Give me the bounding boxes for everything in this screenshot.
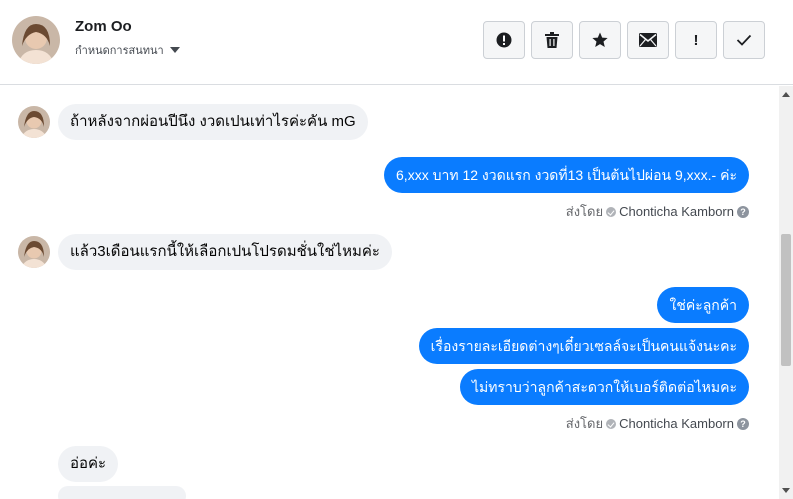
contact-avatar-small[interactable] bbox=[18, 236, 50, 268]
caret-down-icon bbox=[169, 47, 180, 53]
incoming-message: แล้ว3เดือนแรกนี้ให้เลือกเปนโปรดมชั่นใช่ไ… bbox=[18, 234, 392, 270]
outgoing-message-bubble[interactable]: ไม่ทราบว่าลูกค้าสะดวกให้เบอร์ติดต่อไหมคะ bbox=[460, 369, 749, 405]
contact-name: Zom Oo bbox=[75, 18, 132, 35]
conversation-options[interactable]: กำหนดการสนทนา bbox=[75, 41, 180, 59]
verified-check-icon bbox=[606, 206, 617, 217]
follow-up-button[interactable]: ! bbox=[675, 21, 717, 59]
conversation-options-label: กำหนดการสนทนา bbox=[75, 45, 164, 57]
sent-by-info: ส่งโดย Chonticha Kamborn ? bbox=[566, 413, 749, 434]
contact-avatar-small[interactable] bbox=[18, 106, 50, 138]
exclamation-icon: ! bbox=[693, 31, 699, 49]
sender-name: Chonticha Kamborn bbox=[619, 416, 734, 431]
message-thread[interactable]: ถ้าหลังจากผ่อนปีนึง งวดเปนเท่าไรค่ะคัน m… bbox=[0, 86, 779, 499]
scrollbar[interactable] bbox=[779, 86, 793, 499]
contact-avatar[interactable] bbox=[12, 16, 60, 64]
sent-by-label: ส่งโดย bbox=[565, 204, 604, 219]
delete-button[interactable] bbox=[531, 21, 573, 59]
scroll-up-arrow-icon[interactable] bbox=[782, 92, 790, 97]
check-icon bbox=[736, 34, 752, 46]
sent-by-label: ส่งโดย bbox=[565, 416, 604, 431]
message-bubble-partial[interactable] bbox=[58, 486, 186, 499]
scroll-down-arrow-icon[interactable] bbox=[782, 488, 790, 493]
verified-check-icon bbox=[606, 418, 617, 429]
outgoing-message-bubble[interactable]: 6,xxx บาท 12 งวดแรก งวดที่13 เป็นต้นไปผ่… bbox=[384, 157, 749, 193]
alert-icon bbox=[496, 32, 512, 48]
message-bubble[interactable]: อ่อค่ะ bbox=[58, 446, 119, 482]
action-toolbar: ! bbox=[483, 21, 765, 59]
mark-spam-button[interactable] bbox=[483, 21, 525, 59]
outgoing-message-bubble[interactable]: เรื่องรายละเอียดต่างๆเดี๋ยวเซลล์จะเป็นคน… bbox=[418, 328, 749, 364]
scrollbar-thumb[interactable] bbox=[781, 234, 791, 366]
help-icon[interactable]: ? bbox=[737, 205, 749, 218]
conversation-header: Zom Oo กำหนดการสนทนา ! bbox=[0, 0, 793, 85]
mark-done-button[interactable] bbox=[723, 21, 765, 59]
message-bubble[interactable]: แล้ว3เดือนแรกนี้ให้เลือกเปนโปรดมชั่นใช่ไ… bbox=[58, 234, 392, 270]
incoming-message: ถ้าหลังจากผ่อนปีนึง งวดเปนเท่าไรค่ะคัน m… bbox=[18, 104, 368, 140]
mark-unread-button[interactable] bbox=[627, 21, 669, 59]
star-button[interactable] bbox=[579, 21, 621, 59]
mail-icon bbox=[639, 33, 657, 47]
star-icon bbox=[592, 32, 608, 47]
help-icon[interactable]: ? bbox=[737, 417, 749, 430]
sent-by-info: ส่งโดย Chonticha Kamborn ? bbox=[566, 201, 749, 222]
outgoing-message-bubble[interactable]: ใช่ค่ะลูกค้า bbox=[657, 287, 749, 323]
message-bubble[interactable]: ถ้าหลังจากผ่อนปีนึง งวดเปนเท่าไรค่ะคัน m… bbox=[58, 104, 368, 140]
trash-icon bbox=[545, 32, 559, 48]
sender-name: Chonticha Kamborn bbox=[619, 204, 734, 219]
